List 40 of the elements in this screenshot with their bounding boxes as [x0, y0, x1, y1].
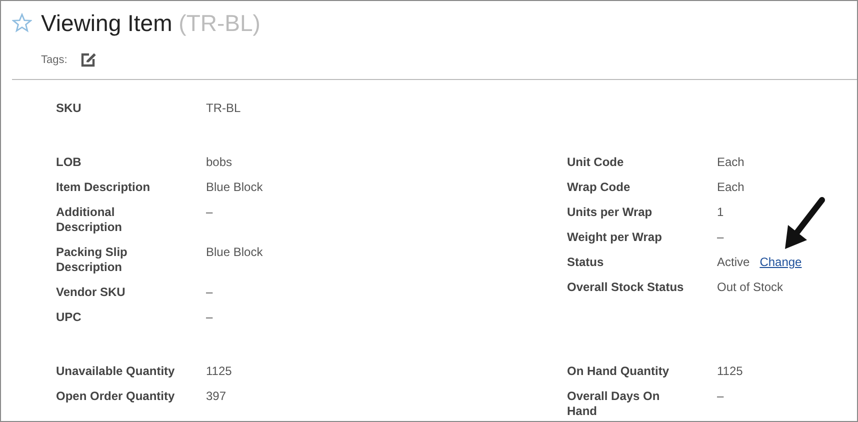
field-value: – [206, 205, 213, 220]
field-value: Each [717, 155, 744, 170]
annotation-arrow [785, 197, 825, 249]
tags-label: Tags: [41, 54, 68, 66]
field-value: 397 [206, 389, 226, 404]
field-label: Units per Wrap [567, 205, 654, 220]
field-label: Item Description [56, 180, 152, 195]
field-label: Vendor SKU [56, 285, 126, 300]
field-label: Unit Code [567, 155, 625, 170]
field-value: – [717, 389, 724, 404]
field-value: Each [717, 180, 744, 195]
field-value: – [717, 230, 724, 245]
field-value: 1125 [206, 364, 232, 379]
field-value: TR-BL [206, 101, 241, 116]
field-label: Status [567, 255, 605, 270]
field-value: 1125 [717, 364, 743, 379]
star-icon[interactable] [12, 13, 32, 33]
field-label: Overall Days On Hand [567, 389, 661, 419]
edit-icon[interactable] [80, 52, 96, 68]
field-value: – [206, 310, 213, 325]
field-label: UPC [56, 310, 82, 325]
field-label: Weight per Wrap [567, 230, 663, 245]
field-value: Out of Stock [717, 280, 784, 295]
field-value: bobs [206, 155, 232, 170]
field-value: Active [717, 255, 750, 270]
field-label: Wrap Code [567, 180, 632, 195]
field-label: Packing Slip Description [56, 245, 128, 275]
field-value: Blue Block [206, 245, 263, 260]
field-label: Overall Stock Status [567, 280, 685, 295]
field-label: Unavailable Quantity [56, 364, 176, 379]
field-label: On Hand Quantity [567, 364, 670, 379]
field-value: – [206, 285, 213, 300]
field-value: 1 [717, 205, 724, 220]
field-label: Additional Description [56, 205, 124, 235]
field-label: SKU [56, 101, 82, 116]
field-label: LOB [56, 155, 82, 170]
change-link[interactable]: Change [760, 255, 802, 270]
field-value: Blue Block [206, 180, 263, 195]
page-title: Viewing Item (TR-BL) [41, 9, 260, 38]
field-label: Open Order Quantity [56, 389, 176, 404]
